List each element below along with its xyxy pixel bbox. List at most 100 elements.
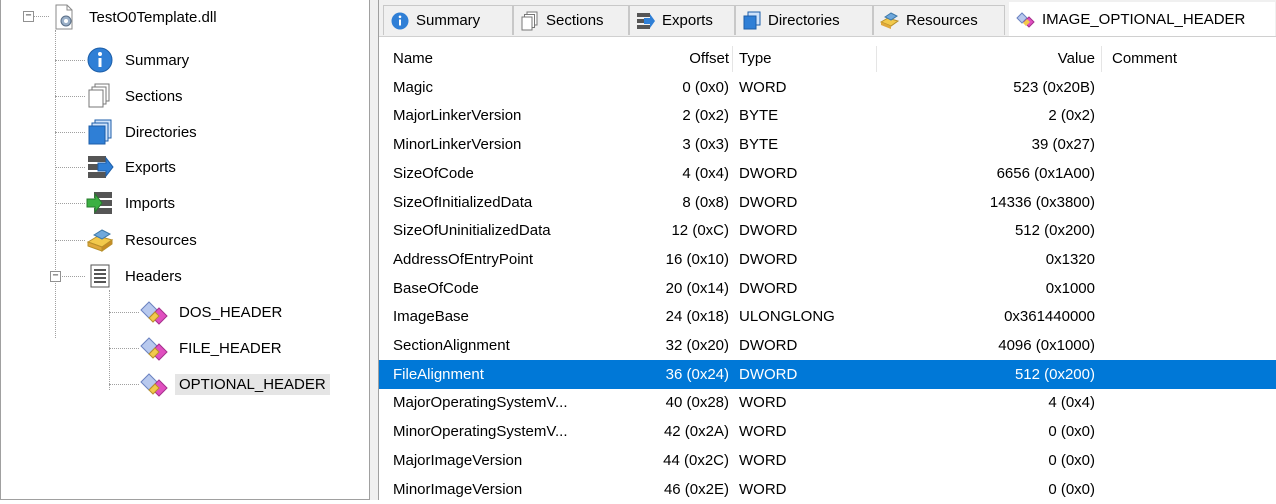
tab-label: IMAGE_OPTIONAL_HEADER — [1042, 11, 1246, 28]
table-row[interactable]: FileAlignment 36 (0x24) DWORD 512 (0x200) — [379, 360, 1276, 389]
pane-splitter[interactable] — [370, 0, 378, 500]
table-row[interactable]: MajorLinkerVersion 2 (0x2) BYTE 2 (0x2) — [379, 101, 1276, 130]
header-struct-icon — [139, 334, 169, 362]
cell-value: 0 (0x0) — [1048, 452, 1095, 469]
cell-name: Magic — [393, 79, 434, 96]
cell-type: DWORD — [739, 194, 798, 211]
cell-offset: 42 (0x2A) — [663, 423, 729, 440]
cell-type: WORD — [739, 79, 787, 96]
cell-value: 2 (0x2) — [1048, 107, 1095, 124]
tab-strip: Summary Sections Exports Directories Res… — [379, 0, 1276, 37]
cell-comment — [1112, 159, 1272, 188]
cell-offset: 3 (0x3) — [682, 136, 729, 153]
cell-name: BaseOfCode — [393, 280, 479, 297]
cell-value: 0 (0x0) — [1048, 423, 1095, 440]
tree-node-resources[interactable]: Resources — [85, 226, 201, 254]
sections-icon — [85, 82, 115, 110]
cell-comment — [1112, 388, 1272, 417]
cell-comment — [1112, 360, 1272, 389]
cell-name: SizeOfUninitializedData — [393, 222, 551, 239]
tab-sections[interactable]: Sections — [513, 5, 629, 35]
tree-node-imports[interactable]: Imports — [85, 189, 179, 217]
column-header-type[interactable]: Type — [739, 44, 869, 73]
tree-node-directories[interactable]: Directories — [85, 118, 201, 146]
cell-value: 512 (0x200) — [1014, 222, 1095, 239]
headers-icon — [85, 262, 115, 290]
tab-label: Summary — [416, 12, 481, 29]
dll-file-icon — [49, 3, 79, 31]
cell-type: BYTE — [739, 136, 779, 153]
cell-comment — [1112, 274, 1272, 303]
table-row[interactable]: ImageBase 24 (0x18) ULONGLONG 0x361440000 — [379, 302, 1276, 331]
table-row[interactable]: AddressOfEntryPoint 16 (0x10) DWORD 0x1320 — [379, 245, 1276, 274]
table-row[interactable]: MinorOperatingSystemV... 42 (0x2A) WORD 0 (… — [379, 417, 1276, 446]
cell-comment — [1112, 73, 1272, 102]
cell-offset: 32 (0x20) — [665, 337, 729, 354]
tab-resources[interactable]: Resources — [873, 5, 1005, 35]
tab-image-optional-header[interactable]: IMAGE_OPTIONAL_HEADER — [1009, 2, 1275, 36]
column-divider[interactable] — [1101, 46, 1102, 72]
cell-name: ImageBase — [393, 308, 469, 325]
cell-comment — [1112, 188, 1272, 217]
exports-icon — [636, 11, 656, 31]
tree-view[interactable]: − − TestO0Template.dll Summary Sections … — [0, 0, 370, 500]
column-header-value[interactable]: Value — [879, 44, 1095, 73]
table-row[interactable]: BaseOfCode 20 (0x14) DWORD 0x1000 — [379, 274, 1276, 303]
tab-directories[interactable]: Directories — [735, 5, 873, 35]
cell-name: MajorLinkerVersion — [393, 107, 522, 124]
tree-node-root[interactable]: TestO0Template.dll — [49, 3, 221, 31]
tree-node-sections[interactable]: Sections — [85, 82, 187, 110]
tree-node-label: Sections — [125, 87, 183, 105]
tree-connector-line — [109, 348, 139, 349]
cell-value: 4096 (0x1000) — [998, 337, 1095, 354]
cell-type: DWORD — [739, 251, 798, 268]
collapse-toggle-root[interactable]: − — [23, 11, 34, 22]
tree-connector-line — [55, 203, 85, 204]
table-row[interactable]: MajorOperatingSystemV... 40 (0x28) WORD 4 (… — [379, 388, 1276, 417]
tab-exports[interactable]: Exports — [629, 5, 735, 35]
tree-node-label: Exports — [125, 158, 176, 176]
table-row[interactable]: MinorLinkerVersion 3 (0x3) BYTE 39 (0x27) — [379, 130, 1276, 159]
column-divider[interactable] — [876, 46, 877, 72]
header-struct-icon — [139, 298, 169, 326]
tree-node-label: TestO0Template.dll — [89, 8, 217, 26]
tree-node-label: OPTIONAL_HEADER — [175, 373, 330, 395]
tree-connector-line — [55, 30, 56, 338]
tree-node-label: Directories — [125, 123, 197, 141]
cell-value: 0x1000 — [1045, 280, 1095, 297]
table-row[interactable]: SizeOfUninitializedData 12 (0xC) DWORD 512 … — [379, 216, 1276, 245]
tab-summary[interactable]: Summary — [383, 5, 513, 35]
tree-connector-line — [55, 60, 85, 61]
table-row[interactable]: SizeOfInitializedData 8 (0x8) DWORD 14336 (… — [379, 188, 1276, 217]
grid-header: Name Offset Type Value Comment — [379, 44, 1276, 73]
tree-node-dos-header[interactable]: DOS_HEADER — [139, 298, 286, 326]
tab-label: Sections — [546, 12, 604, 29]
resources-icon — [880, 11, 900, 31]
cell-comment — [1112, 446, 1272, 475]
cell-name: SizeOfCode — [393, 165, 474, 182]
column-header-comment[interactable]: Comment — [1112, 44, 1272, 73]
table-row[interactable]: MajorImageVersion 44 (0x2C) WORD 0 (0x0) — [379, 446, 1276, 475]
cell-type: DWORD — [739, 280, 798, 297]
tree-node-optional-header[interactable]: OPTIONAL_HEADER — [139, 370, 330, 398]
column-header-name[interactable]: Name — [393, 44, 653, 73]
cell-value: 14336 (0x3800) — [989, 194, 1095, 211]
tree-node-summary[interactable]: Summary — [85, 46, 193, 74]
table-row[interactable]: SectionAlignment 32 (0x20) DWORD 4096 (0x10… — [379, 331, 1276, 360]
cell-name: MinorOperatingSystemV... — [393, 423, 568, 440]
directories-icon — [85, 118, 115, 146]
column-header-offset[interactable]: Offset — [649, 44, 729, 73]
cell-name: SizeOfInitializedData — [393, 194, 533, 211]
cell-offset: 12 (0xC) — [671, 222, 729, 239]
tree-connector-line — [55, 167, 85, 168]
collapse-toggle-headers[interactable]: − — [50, 271, 61, 282]
tree-node-headers[interactable]: Headers — [85, 262, 186, 290]
cell-offset: 44 (0x2C) — [663, 452, 729, 469]
exports-icon — [85, 153, 115, 181]
table-row[interactable]: SizeOfCode 4 (0x4) DWORD 6656 (0x1A00) — [379, 159, 1276, 188]
tree-node-file-header[interactable]: FILE_HEADER — [139, 334, 286, 362]
table-row[interactable]: Magic 0 (0x0) WORD 523 (0x20B) — [379, 73, 1276, 102]
column-divider[interactable] — [732, 46, 733, 72]
tree-node-exports[interactable]: Exports — [85, 153, 180, 181]
cell-type: DWORD — [739, 366, 798, 383]
